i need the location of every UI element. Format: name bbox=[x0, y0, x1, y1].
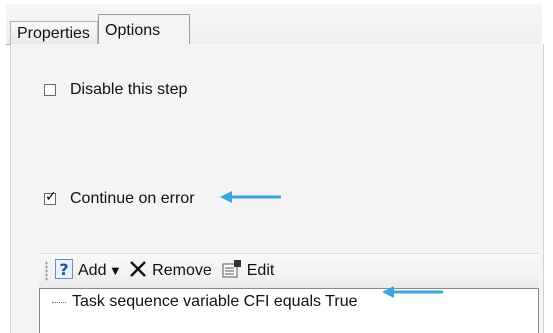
conditions-list[interactable]: Task sequence variable CFI equals True bbox=[39, 288, 539, 333]
condition-text: Task sequence variable CFI equals True bbox=[72, 293, 358, 310]
tab-options[interactable]: Options bbox=[98, 14, 190, 45]
edit-button[interactable]: Edit bbox=[222, 259, 275, 283]
step-properties-dialog: Properties Options Disable this step ✓ C… bbox=[6, 4, 544, 333]
edit-properties-icon bbox=[222, 259, 242, 283]
condition-item[interactable]: Task sequence variable CFI equals True bbox=[52, 293, 357, 311]
blue-arrow-icon bbox=[220, 191, 281, 203]
svg-text:?: ? bbox=[59, 260, 68, 279]
remove-x-icon bbox=[129, 260, 147, 283]
conditions-toolbar: ? Add ▼ Remove Edit bbox=[39, 253, 539, 288]
disable-step-checkbox[interactable] bbox=[44, 84, 56, 96]
continue-on-error-checkbox[interactable]: ✓ bbox=[44, 189, 57, 205]
add-button[interactable]: ? Add ▼ bbox=[55, 258, 119, 284]
continue-on-error-row[interactable]: ✓ Continue on error bbox=[44, 189, 195, 208]
tree-connector bbox=[52, 301, 66, 303]
toolbar-grip[interactable] bbox=[45, 261, 48, 281]
remove-button-label: Remove bbox=[152, 262, 212, 279]
blue-arrow-icon bbox=[382, 286, 443, 298]
edit-button-label: Edit bbox=[246, 262, 275, 279]
tab-strip: Properties Options bbox=[6, 4, 542, 45]
help-question-icon: ? bbox=[55, 258, 73, 284]
remove-button[interactable]: Remove bbox=[129, 260, 212, 283]
chevron-down-icon[interactable]: ▼ bbox=[111, 266, 119, 277]
checkmark-icon: ✓ bbox=[45, 189, 57, 205]
continue-on-error-label: Continue on error bbox=[70, 190, 195, 207]
disable-step-row[interactable]: Disable this step bbox=[44, 81, 187, 99]
add-button-label: Add bbox=[78, 262, 107, 279]
options-panel: Disable this step ✓ Continue on error ? bbox=[10, 44, 544, 333]
tab-properties[interactable]: Properties bbox=[10, 21, 98, 44]
disable-step-label: Disable this step bbox=[70, 81, 188, 98]
